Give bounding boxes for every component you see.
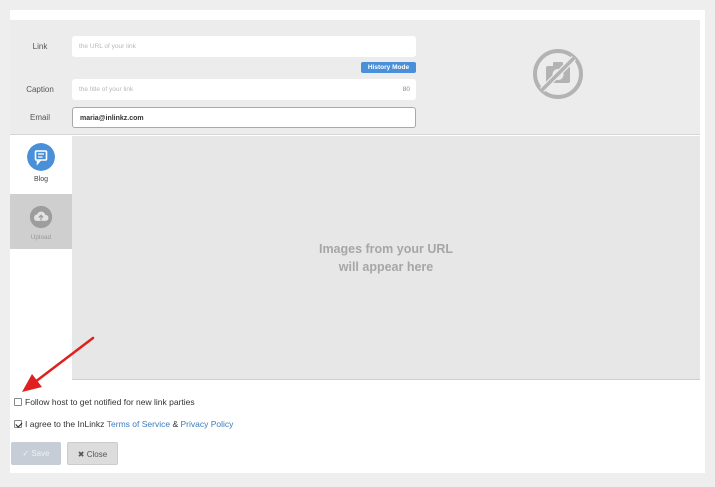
tab-upload-label: Upload [30, 234, 52, 241]
follow-host-label: Follow host to get notified for new link… [25, 397, 195, 407]
caption-placeholder: the title of your link [79, 86, 134, 93]
preview-line-1: Images from your URL [318, 242, 454, 256]
blog-icon [27, 143, 55, 171]
tab-blog[interactable]: Blog [10, 136, 72, 191]
add-link-dialog: Link the URL of your link History Mode C… [10, 10, 705, 473]
save-button[interactable]: ✓ Save [11, 442, 61, 465]
agree-terms-option: I agree to the InLinkz Terms of Service … [14, 419, 233, 429]
close-button[interactable]: ✖ Close [67, 442, 118, 465]
tab-blog-label: Blog [33, 176, 48, 183]
save-label: Save [31, 449, 50, 458]
agree-and-text: & [172, 419, 179, 429]
preview-line-2: will appear here [338, 260, 434, 274]
email-label: Email [29, 113, 50, 122]
upload-icon [29, 205, 53, 229]
terms-of-service-link[interactable]: Terms of Service [107, 419, 170, 429]
caption-char-counter: 80 [402, 86, 410, 93]
history-mode-button[interactable]: History Mode [361, 62, 416, 73]
follow-host-checkbox[interactable] [14, 398, 22, 406]
no-photo-icon [533, 49, 583, 99]
agree-prefix-text: I agree to the InLinkz [25, 419, 105, 429]
close-label: Close [86, 450, 108, 459]
agree-terms-checkbox[interactable] [14, 420, 22, 428]
close-icon: ✖ [77, 450, 85, 459]
tab-upload[interactable]: Upload [10, 194, 72, 249]
link-details-panel: Link the URL of your link History Mode C… [10, 20, 700, 135]
link-label: Link [32, 42, 48, 51]
email-field[interactable]: maria@inlinkz.com [72, 107, 416, 128]
caption-label: Caption [26, 85, 54, 94]
link-input[interactable]: the URL of your link [72, 36, 416, 57]
image-preview-area: Images from your URL will appear here [72, 136, 700, 380]
caption-input[interactable]: the title of your link 80 [72, 79, 416, 100]
preview-placeholder: Images from your URL will appear here [72, 240, 700, 276]
check-icon: ✓ [22, 449, 30, 458]
privacy-policy-link[interactable]: Privacy Policy [180, 419, 233, 429]
follow-host-option: Follow host to get notified for new link… [14, 397, 195, 407]
